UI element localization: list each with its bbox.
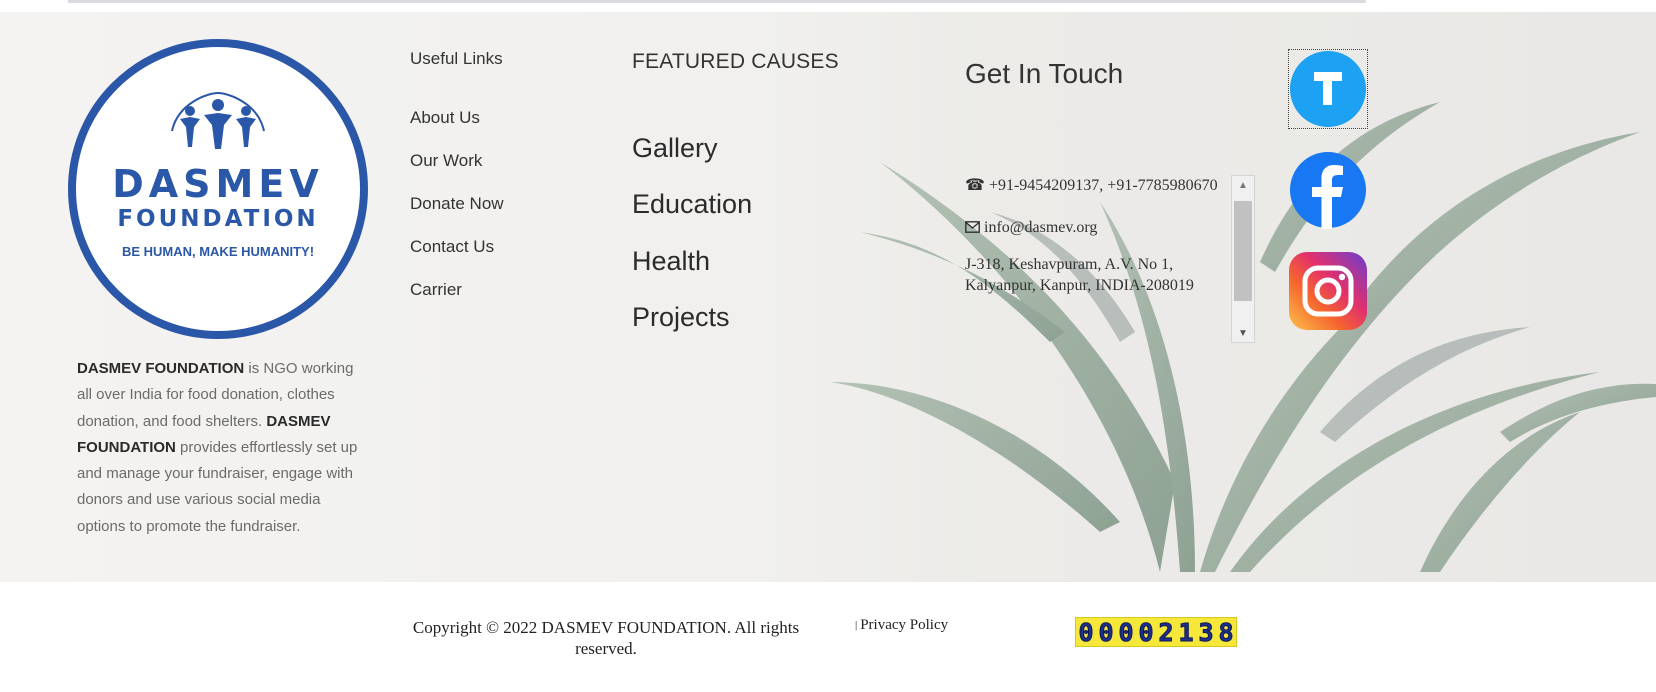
counter-digit: 0 [1118,617,1134,647]
address-text: J-318, Keshavpuram, A.V. No 1, Kalyanpur… [965,256,1194,294]
twitter-icon[interactable] [1288,49,1368,129]
scroll-down-arrow-icon[interactable]: ▼ [1232,324,1254,342]
get-in-touch-title: Get In Touch [965,58,1124,89]
counter-digit: 3 [1198,617,1214,647]
link-about-us[interactable]: About Us [410,108,480,128]
instagram-icon[interactable] [1289,252,1367,330]
foundation-logo[interactable]: DASMEV FOUNDATION BE HUMAN, MAKE HUMANIT… [68,39,368,339]
contact-scrollbar[interactable]: ▲ ▼ [1231,175,1255,343]
cause-education[interactable]: Education [632,189,752,220]
people-icon [171,91,265,149]
contact-content: ☎ +91-9454209137, +91-7785980670 info@da… [965,175,1230,317]
counter-digit: 0 [1098,617,1114,647]
logo-name-line2: FOUNDATION [117,206,319,232]
link-carrier[interactable]: Carrier [410,280,462,300]
logo-name-line1: DASMEV [112,162,324,206]
cause-gallery[interactable]: Gallery [632,133,718,164]
link-donate-now[interactable]: Donate Now [410,194,504,214]
facebook-icon[interactable] [1289,151,1367,229]
counter-digit: 8 [1218,617,1234,647]
phone-icon: ☎ [965,177,985,194]
envelope-icon [965,221,980,233]
counter-digit: 0 [1078,617,1094,647]
top-divider [68,0,1366,3]
contact-email: info@dasmev.org [965,217,1230,238]
link-our-work[interactable]: Our Work [410,151,482,171]
phone-text: +91-9454209137, +91-7785980670 [988,177,1218,194]
visitor-counter: 0 0 0 0 2 1 3 8 [1075,617,1237,647]
email-text: info@dasmev.org [984,219,1098,236]
about-brand-1: DASMEV FOUNDATION [77,360,245,377]
contact-phone: ☎ +91-9454209137, +91-7785980670 [965,175,1230,196]
divider-bar: | [855,619,858,631]
footer-main: DASMEV FOUNDATION BE HUMAN, MAKE HUMANIT… [0,12,1656,582]
cause-health[interactable]: Health [632,246,710,277]
scroll-up-arrow-icon[interactable]: ▲ [1232,176,1254,194]
useful-links-title: Useful Links [410,49,503,68]
about-text: DASMEV FOUNDATION is NGO working all ove… [77,356,367,540]
contact-scroll-area[interactable]: ☎ +91-9454209137, +91-7785980670 info@da… [965,175,1255,343]
scroll-thumb[interactable] [1234,201,1252,301]
counter-digit: 1 [1178,617,1194,647]
logo-tagline: BE HUMAN, MAKE HUMANITY! [121,244,315,259]
copyright-text: Copyright © 2022 DASMEV FOUNDATION. All … [412,618,800,658]
counter-digit: 2 [1158,617,1174,647]
contact-address: J-318, Keshavpuram, A.V. No 1, Kalyanpur… [965,254,1230,296]
cause-projects[interactable]: Projects [632,302,730,333]
privacy-policy-label[interactable]: Privacy Policy [860,617,948,633]
featured-causes-title: FEATURED CAUSES [632,50,839,73]
link-contact-us[interactable]: Contact Us [410,237,494,257]
counter-digit: 0 [1138,617,1154,647]
privacy-policy-link[interactable]: | Privacy Policy [855,617,948,634]
